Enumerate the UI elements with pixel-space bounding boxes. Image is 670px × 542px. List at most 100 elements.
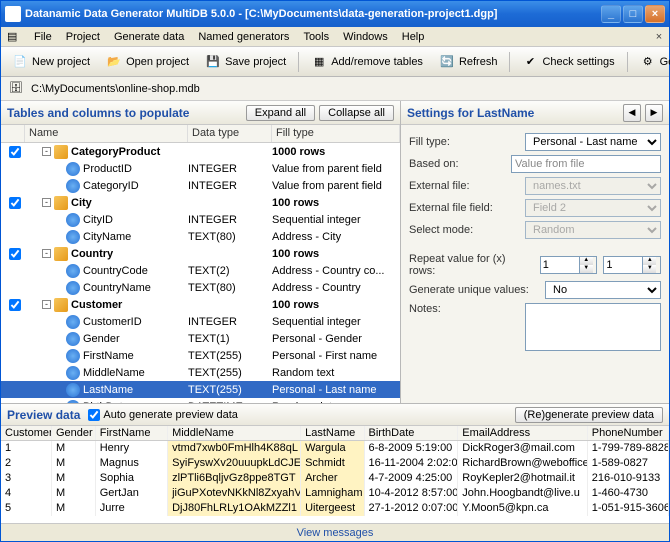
col-filltype[interactable]: Fill type (272, 125, 400, 142)
column-row[interactable]: MiddleNameTEXT(255)Random text (1, 364, 400, 381)
table-row[interactable]: -City100 rows (1, 194, 400, 211)
menu-help[interactable]: Help (395, 29, 432, 45)
preview-col-birthdate[interactable]: BirthDate (365, 426, 459, 440)
menu-project[interactable]: Project (59, 29, 107, 45)
auto-preview-checkbox[interactable]: Auto generate preview data (88, 409, 238, 421)
database-icon: 🗄 (9, 81, 25, 97)
new-project-icon: 📄 (12, 54, 28, 70)
menu-file[interactable]: File (27, 29, 59, 45)
generate-test-data-icon: ⚙ (640, 54, 656, 70)
check-settings-icon: ✔ (522, 54, 538, 70)
filltype-label: Fill type: (409, 136, 519, 148)
extfield-select: Field 2 (525, 199, 661, 217)
table-row[interactable]: -Country100 rows (1, 245, 400, 262)
column-row[interactable]: ProductIDINTEGERValue from parent field (1, 160, 400, 177)
tables-tree[interactable]: -CategoryProduct1000 rowsProductIDINTEGE… (1, 143, 400, 403)
refresh-icon: 🔄 (439, 54, 455, 70)
add-remove-tables-icon: ▦ (311, 54, 327, 70)
preview-row[interactable]: 2MMagnusSyiFyswXv20uuupkLdCJESchmidt16-1… (1, 456, 669, 471)
regenerate-button[interactable]: (Re)generate preview data (515, 407, 663, 423)
basedon-label: Based on: (409, 158, 505, 170)
save-project-icon: 💾 (205, 54, 221, 70)
column-row[interactable]: CountryCodeTEXT(2)Address - Country co..… (1, 262, 400, 279)
col-datatype[interactable]: Data type (188, 125, 272, 142)
basedon-field (511, 155, 661, 173)
next-field-button[interactable]: ▶ (645, 104, 663, 122)
preview-row[interactable]: 1MHenryvtmd7xwb0FmHlh4K88qLWargula6-8-20… (1, 441, 669, 456)
column-icon (66, 315, 80, 329)
column-row[interactable]: GenderTEXT(1)Personal - Gender (1, 330, 400, 347)
menu-named-generators[interactable]: Named generators (191, 29, 296, 45)
column-icon (66, 349, 80, 363)
expand-icon[interactable]: - (42, 147, 51, 156)
table-row[interactable]: -CategoryProduct1000 rows (1, 143, 400, 160)
preview-col-middlename[interactable]: MiddleName (168, 426, 301, 440)
table-row[interactable]: -Customer100 rows (1, 296, 400, 313)
extfield-label: External file field: (409, 202, 519, 214)
expand-icon[interactable]: - (42, 198, 51, 207)
preview-col-emailaddress[interactable]: EmailAddress (458, 426, 587, 440)
app-icon (5, 6, 21, 22)
add-remove-tables-button[interactable]: ▦Add/remove tables (304, 50, 430, 74)
column-row[interactable]: FirstNameTEXT(255)Personal - First name (1, 347, 400, 364)
column-icon (66, 332, 80, 346)
repeat-from-spinner[interactable]: ▲▼ (540, 256, 598, 274)
table-icon (54, 298, 68, 312)
expand-all-button[interactable]: Expand all (246, 105, 315, 121)
unique-select[interactable]: No (545, 281, 661, 299)
preview-row[interactable]: 3MSophiazlPTli6BqljvGz8ppe8TGTArcher4-7-… (1, 471, 669, 486)
app-small-icon: ▤ (7, 30, 23, 43)
column-row[interactable]: LastNameTEXT(255)Personal - Last name (1, 381, 400, 398)
statusbar[interactable]: View messages (1, 523, 669, 541)
preview-col-firstname[interactable]: FirstName (96, 426, 168, 440)
preview-col-customerid[interactable]: CustomerID (1, 426, 52, 440)
column-row[interactable]: CustomerIDINTEGERSequential integer (1, 313, 400, 330)
preview-col-gender[interactable]: Gender (52, 426, 96, 440)
include-checkbox[interactable] (9, 146, 21, 158)
extfile-select: names.txt (525, 177, 661, 195)
prev-field-button[interactable]: ◀ (623, 104, 641, 122)
col-name[interactable]: Name (25, 125, 188, 142)
open-project-button[interactable]: 📂Open project (99, 50, 196, 74)
maximize-button[interactable]: □ (623, 5, 643, 23)
preview-col-phonenumber[interactable]: PhoneNumber (588, 426, 669, 440)
notes-label: Notes: (409, 303, 519, 315)
unique-label: Generate unique values: (409, 284, 539, 296)
new-project-button[interactable]: 📄New project (5, 50, 97, 74)
refresh-button[interactable]: 🔄Refresh (432, 50, 505, 74)
repeat-to-spinner[interactable]: ▲▼ (603, 256, 661, 274)
check-settings-button[interactable]: ✔Check settings (515, 50, 621, 74)
expand-icon[interactable]: - (42, 300, 51, 309)
selectmode-select: Random (525, 221, 661, 239)
minimize-button[interactable]: _ (601, 5, 621, 23)
preview-col-lastname[interactable]: LastName (301, 426, 364, 440)
toolbar: 📄New project📂Open project💾Save project ▦A… (1, 47, 669, 77)
include-checkbox[interactable] (9, 248, 21, 260)
column-icon (66, 366, 80, 380)
menu-tools[interactable]: Tools (296, 29, 336, 45)
preview-grid[interactable]: CustomerIDGenderFirstNameMiddleNameLastN… (1, 426, 669, 523)
close-button[interactable]: × (645, 5, 665, 23)
preview-row[interactable]: 4MGertJanjiGuPXotevNKkNl8ZxyahVLamnigham… (1, 486, 669, 501)
include-checkbox[interactable] (9, 299, 21, 311)
expand-icon[interactable]: - (42, 249, 51, 258)
menu-generate-data[interactable]: Generate data (107, 29, 191, 45)
database-path: C:\MyDocuments\online-shop.mdb (31, 83, 200, 95)
table-icon (54, 145, 68, 159)
mdi-close-icon[interactable]: × (651, 29, 667, 45)
column-row[interactable]: CityNameTEXT(80)Address - City (1, 228, 400, 245)
menu-windows[interactable]: Windows (336, 29, 395, 45)
save-project-button[interactable]: 💾Save project (198, 50, 293, 74)
table-icon (54, 196, 68, 210)
column-row[interactable]: CategoryIDINTEGERValue from parent field (1, 177, 400, 194)
notes-textarea[interactable] (525, 303, 661, 351)
preview-row[interactable]: 5MJurreDjJ80FhLRLy1OAkMZZl1Uitergeest27-… (1, 501, 669, 516)
generate-test-data-button[interactable]: ⚙Generate test data▼ (633, 50, 670, 74)
column-icon (66, 213, 80, 227)
column-row[interactable]: CityIDINTEGERSequential integer (1, 211, 400, 228)
tree-header: Name Data type Fill type (1, 125, 400, 143)
include-checkbox[interactable] (9, 197, 21, 209)
collapse-all-button[interactable]: Collapse all (319, 105, 394, 121)
column-row[interactable]: CountryNameTEXT(80)Address - Country (1, 279, 400, 296)
filltype-select[interactable]: Personal - Last name (525, 133, 661, 151)
